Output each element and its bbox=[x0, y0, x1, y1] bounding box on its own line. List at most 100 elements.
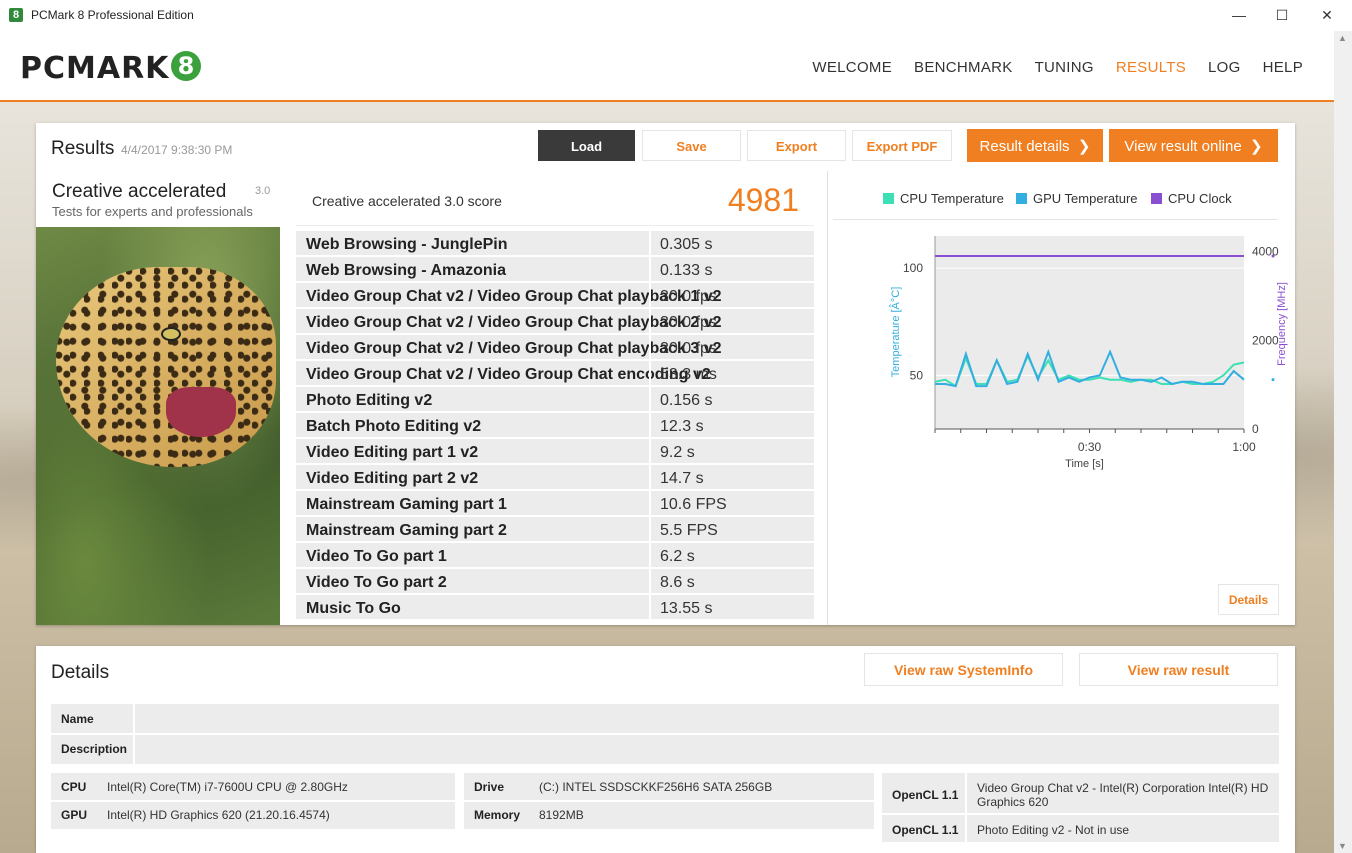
nav-benchmark[interactable]: BENCHMARK bbox=[903, 59, 1024, 76]
subtest-row: Web Browsing - JunglePin 0.305 s bbox=[296, 231, 814, 255]
result-details-label: Result details bbox=[979, 138, 1070, 155]
subtest-name: Web Browsing - Amazonia bbox=[306, 262, 507, 279]
subtest-row: Mainstream Gaming part 2 5.5 FPS bbox=[296, 517, 814, 541]
y-right-axis-label: Frequency [MHz] bbox=[1276, 282, 1288, 366]
view-raw-systeminfo-button[interactable]: View raw SystemInfo bbox=[864, 653, 1063, 686]
save-button[interactable]: Save bbox=[642, 130, 741, 161]
vertical-scrollbar[interactable]: ▲ ▼ bbox=[1334, 31, 1352, 853]
subtest-row: Web Browsing - Amazonia 0.133 s bbox=[296, 257, 814, 281]
subtest-row: Video Editing part 1 v2 9.2 s bbox=[296, 439, 814, 463]
legend-swatch bbox=[883, 193, 894, 204]
subtest-row: Batch Photo Editing v2 12.3 s bbox=[296, 413, 814, 437]
subtest-name: Photo Editing v2 bbox=[306, 392, 433, 409]
view-raw-result-button[interactable]: View raw result bbox=[1079, 653, 1278, 686]
x-axis-label: Time [s] bbox=[1065, 458, 1104, 470]
details-panel: Details View raw SystemInfo View raw res… bbox=[36, 646, 1295, 853]
close-button[interactable]: ✕ bbox=[1312, 4, 1342, 26]
subtest-value: 30.0 fps bbox=[660, 340, 717, 357]
description-label: Description bbox=[61, 742, 128, 756]
subtest-name: Batch Photo Editing v2 bbox=[306, 418, 482, 435]
row-separator bbox=[649, 361, 651, 385]
cpu-label: CPU bbox=[61, 780, 87, 794]
nav-help[interactable]: HELP bbox=[1252, 59, 1314, 76]
results-date: 4/4/2017 9:38:30 PM bbox=[121, 143, 233, 157]
window-title: PCMark 8 Professional Edition bbox=[31, 8, 194, 22]
monitoring-chart: CPU Temperature GPU Temperature CPU Clock … bbox=[833, 171, 1295, 625]
minimize-button[interactable]: — bbox=[1224, 4, 1254, 26]
memory-value: 8192MB bbox=[539, 808, 584, 822]
gpu-label: GPU bbox=[61, 808, 88, 822]
benchmark-leopard-image bbox=[36, 227, 280, 625]
memory-label: Memory bbox=[474, 808, 521, 822]
legend-label: CPU Clock bbox=[1168, 191, 1232, 206]
leopard-eye-shape bbox=[161, 327, 181, 341]
subtest-value: 5.5 FPS bbox=[660, 522, 718, 539]
subtest-name: Web Browsing - JunglePin bbox=[306, 236, 508, 253]
subtest-value: 30.0 fps bbox=[660, 314, 717, 331]
subtest-value: 53.3 ms bbox=[660, 366, 717, 383]
gpu-value: Intel(R) HD Graphics 620 (21.20.16.4574) bbox=[107, 808, 330, 822]
chevron-right-icon: ❯ bbox=[1073, 138, 1091, 155]
subtest-row: Video Group Chat v2 / Video Group Chat p… bbox=[296, 283, 814, 307]
details-title: Details bbox=[51, 662, 110, 683]
subtest-row: Video To Go part 1 6.2 s bbox=[296, 543, 814, 567]
nav-welcome[interactable]: WELCOME bbox=[801, 59, 903, 76]
nav-results[interactable]: RESULTS bbox=[1105, 59, 1197, 76]
app-icon: 8 bbox=[9, 8, 23, 22]
scroll-up-icon[interactable]: ▲ bbox=[1338, 33, 1347, 43]
subtest-value: 6.2 s bbox=[660, 548, 695, 565]
row-separator bbox=[649, 439, 651, 463]
details-button[interactable]: Details bbox=[1218, 584, 1279, 615]
drive-value: (C:) INTEL SSDSCKKF256H6 SATA 256GB bbox=[539, 780, 773, 794]
results-panel: Results 4/4/2017 9:38:30 PM Load Save Ex… bbox=[36, 123, 1295, 625]
benchmark-name: Creative accelerated bbox=[52, 181, 227, 202]
subtest-value: 12.3 s bbox=[660, 418, 704, 435]
x-tick-label: 0:30 bbox=[1078, 440, 1102, 454]
chart-svg: 0:30 1:00 Time [s] 100 50 Temperature [Â°C] 40… bbox=[889, 236, 1288, 470]
opencl-label: OpenCL 1.1 bbox=[892, 823, 959, 837]
panel-divider bbox=[827, 171, 828, 625]
row-separator bbox=[649, 491, 651, 515]
nav-tuning[interactable]: TUNING bbox=[1024, 59, 1105, 76]
result-details-button[interactable]: Result details ❯ bbox=[967, 129, 1103, 162]
subtest-row: Video Group Chat v2 / Video Group Chat p… bbox=[296, 309, 814, 333]
legend-label: CPU Temperature bbox=[900, 191, 1004, 206]
leopard-head-shape bbox=[56, 267, 276, 467]
load-button[interactable]: Load bbox=[538, 130, 635, 161]
score-value: 4981 bbox=[727, 182, 799, 218]
subtest-row: Music To Go 13.55 s bbox=[296, 595, 814, 619]
row-separator bbox=[965, 815, 967, 842]
export-pdf-button[interactable]: Export PDF bbox=[852, 130, 952, 161]
subtest-row: Video Editing part 2 v2 14.7 s bbox=[296, 465, 814, 489]
benchmark-description: Tests for experts and professionals bbox=[52, 204, 253, 219]
opencl-label: OpenCL 1.1 bbox=[892, 788, 959, 802]
description-row bbox=[51, 735, 1279, 764]
y-right-tick-label: 0 bbox=[1252, 422, 1259, 436]
subtest-name: Music To Go bbox=[306, 600, 401, 617]
legend-swatch bbox=[1151, 193, 1162, 204]
row-separator bbox=[649, 569, 651, 593]
results-title: Results bbox=[51, 138, 115, 159]
opencl-value: Video Group Chat v2 - Intel(R) Corporati… bbox=[977, 781, 1269, 809]
subtest-value: 30.0 fps bbox=[660, 288, 717, 305]
nav-log[interactable]: LOG bbox=[1197, 59, 1252, 76]
row-separator bbox=[649, 257, 651, 281]
export-button[interactable]: Export bbox=[747, 130, 846, 161]
benchmark-version: 3.0 bbox=[255, 185, 271, 197]
plot-background bbox=[935, 236, 1244, 429]
cpu-value: Intel(R) Core(TM) i7-7600U CPU @ 2.80GHz bbox=[107, 780, 348, 794]
subtest-value: 0.133 s bbox=[660, 262, 713, 279]
subtest-list: Web Browsing - JunglePin 0.305 s Web Brows… bbox=[296, 231, 814, 621]
maximize-button[interactable]: ☐ bbox=[1267, 4, 1297, 26]
subtest-row: Photo Editing v2 0.156 s bbox=[296, 387, 814, 411]
name-label: Name bbox=[61, 712, 94, 726]
subtest-value: 10.6 FPS bbox=[660, 496, 727, 513]
y-left-axis-label: Temperature [Â°C] bbox=[889, 287, 902, 378]
legend-item: CPU Clock bbox=[1151, 191, 1232, 206]
y-right-tick-label: 2000 bbox=[1252, 333, 1279, 347]
row-separator bbox=[649, 335, 651, 359]
view-result-online-button[interactable]: View result online ❯ bbox=[1109, 129, 1278, 162]
leopard-mouth-shape bbox=[166, 387, 236, 437]
subtest-value: 8.6 s bbox=[660, 574, 695, 591]
scroll-down-icon[interactable]: ▼ bbox=[1338, 841, 1347, 851]
